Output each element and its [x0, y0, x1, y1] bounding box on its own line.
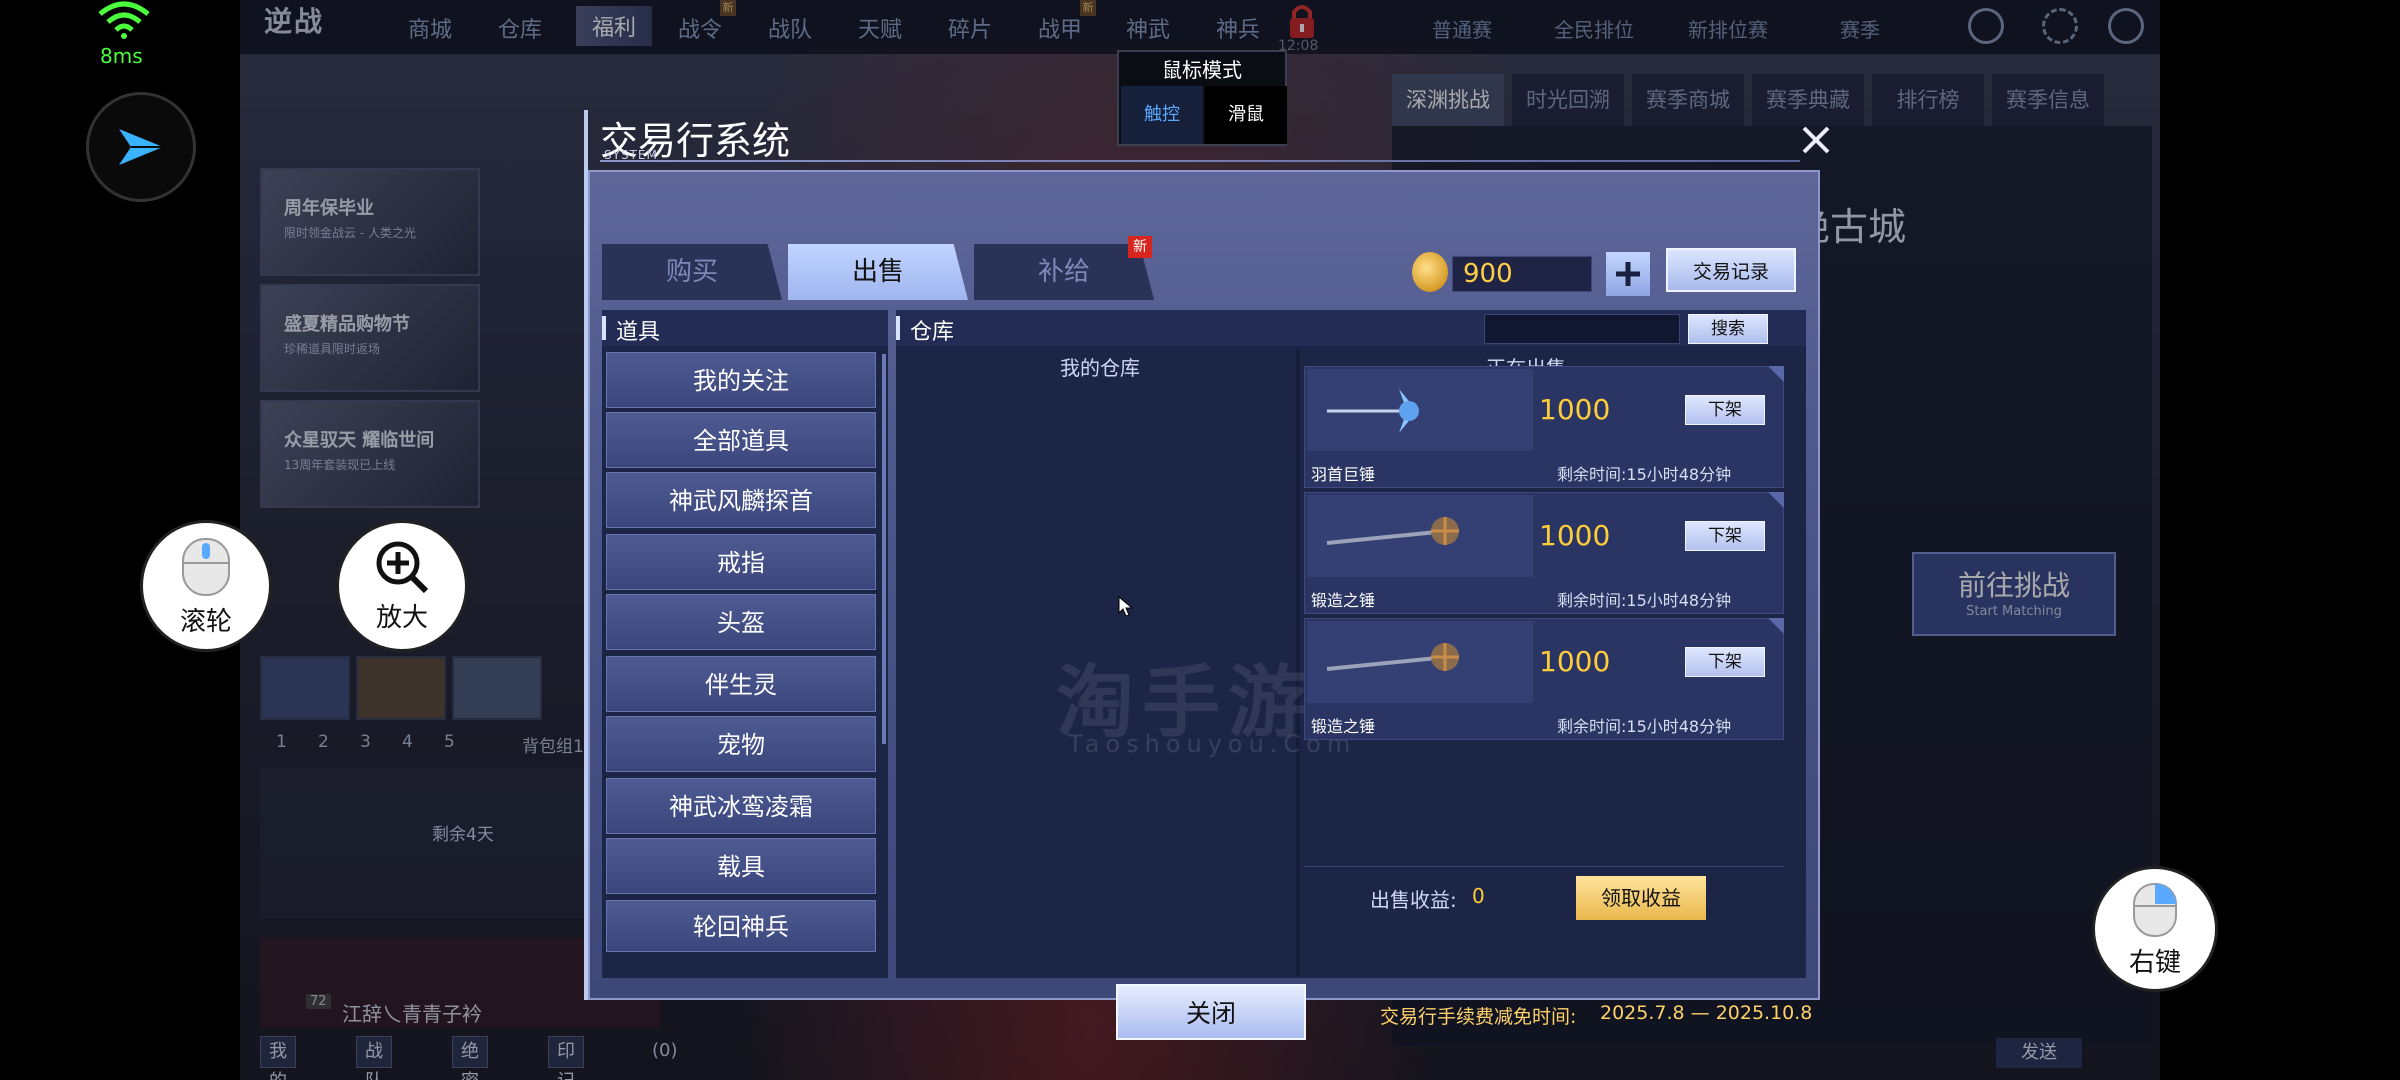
fee-waiver-label: 交易行手续费减免时间: [1380, 1006, 1577, 1028]
listing-price: 1000 [1539, 393, 1611, 426]
income-label: 出售收益: [1370, 888, 1457, 912]
zoom-label: 放大 [375, 602, 428, 633]
zoom-in-icon [376, 541, 429, 593]
listing-corner [1768, 366, 1784, 382]
zoom-control[interactable]: 放大 [336, 520, 468, 652]
category-item[interactable]: 神武冰鸾凌霜 [606, 778, 876, 834]
item-image [1307, 621, 1533, 703]
claim-income-button[interactable]: 领取收益 [1576, 876, 1706, 920]
sale-listing: 1000 下架 锻造之锤 剩余时间:15小时48分钟 [1304, 492, 1784, 614]
category-item[interactable]: 载具 [606, 838, 876, 894]
warehouse-pane: 仓库 搜索 我的仓库 正在出售 淘手游 Taoshouyou.Com [896, 310, 1806, 978]
tab-supply[interactable]: 补给 [974, 244, 1154, 300]
item-image [1307, 495, 1533, 577]
coin-balance: 900 [1452, 256, 1592, 292]
hammer-icon [1326, 517, 1459, 545]
tab-buy[interactable]: 购买 [602, 244, 782, 300]
listing-time: 剩余时间:15小时48分钟 [1557, 717, 1732, 736]
add-coins-button[interactable] [1606, 252, 1650, 296]
paper-plane-icon [119, 129, 163, 165]
category-header-label: 道具 [616, 320, 661, 345]
category-item[interactable]: 全部道具 [606, 412, 876, 468]
mouse-mode-title: 鼠标模式 [1162, 58, 1242, 82]
unlist-button[interactable]: 下架 [1685, 647, 1765, 677]
category-scrollbar[interactable] [882, 354, 886, 744]
category-header: 道具 [602, 310, 888, 346]
category-pane: 道具 我的关注 全部道具 神武风麟探首 戒指 头盔 伴生灵 宠物 神武冰鸾凌霜 … [602, 310, 888, 978]
listing-time: 剩余时间:15小时48分钟 [1557, 591, 1732, 610]
unlist-button[interactable]: 下架 [1685, 395, 1765, 425]
tab-sell[interactable]: 出售 [788, 244, 968, 300]
my-warehouse-label: 我的仓库 [1060, 356, 1140, 380]
right-click-control[interactable]: 右键 [2092, 866, 2218, 992]
mouse-icon [2133, 882, 2177, 937]
header-bar [602, 316, 606, 340]
category-item[interactable]: 宠物 [606, 716, 876, 772]
income-value: 0 [1472, 884, 1485, 908]
category-item[interactable]: 轮回神兵 [606, 900, 876, 952]
category-item[interactable]: 戒指 [606, 534, 876, 590]
close-icon[interactable] [1796, 120, 1836, 160]
coin-icon [1412, 252, 1448, 292]
coin-value: 900 [1463, 259, 1513, 289]
title-underline [600, 160, 1800, 162]
search-input[interactable] [1484, 314, 1680, 344]
send-arrow-button[interactable] [86, 92, 196, 202]
sale-listing: 1000 下架 锻造之锤 剩余时间:15小时48分钟 [1304, 618, 1784, 740]
fee-waiver-period: 2025.7.8 — 2025.10.8 [1600, 1002, 1813, 1024]
new-badge: 新 [1128, 236, 1152, 258]
plus-icon [1616, 262, 1640, 286]
trade-dialog: 交易行系统 SYSTEM 购买 出售 补给 新 900 交易记录 道具 我的关注… [584, 110, 1830, 1040]
sale-listing: 1000 下架 羽首巨锤 剩余时间:15小时48分钟 [1304, 366, 1784, 488]
income-separator [1304, 866, 1784, 867]
listing-time: 剩余时间:15小时48分钟 [1557, 465, 1732, 484]
mouse-icon [182, 537, 230, 596]
category-item[interactable]: 头盔 [606, 594, 876, 650]
trade-record-button[interactable]: 交易记录 [1666, 248, 1796, 292]
cursor-icon [1118, 596, 1134, 617]
close-button[interactable]: 关闭 [1116, 984, 1306, 1040]
wifi-icon [98, 1, 150, 39]
search-button[interactable]: 搜索 [1688, 314, 1768, 344]
unlist-button[interactable]: 下架 [1685, 521, 1765, 551]
listing-price: 1000 [1539, 519, 1611, 552]
scroll-wheel-control[interactable]: 滚轮 [140, 520, 272, 652]
listing-corner [1768, 618, 1784, 634]
warehouse-header-label: 仓库 [910, 320, 955, 345]
category-item[interactable]: 我的关注 [606, 352, 876, 408]
right-click-label: 右键 [2128, 947, 2181, 978]
listing-corner [1768, 492, 1784, 508]
category-item[interactable]: 伴生灵 [606, 656, 876, 712]
warehouse-header: 仓库 搜索 [896, 310, 1806, 346]
item-image [1307, 369, 1533, 451]
hammer-icon [1326, 643, 1459, 671]
header-bar [896, 316, 900, 340]
ping-text: 8ms [100, 44, 143, 68]
category-item[interactable]: 神武风麟探首 [606, 472, 876, 528]
listing-name: 羽首巨锤 [1311, 465, 1376, 484]
hammer-icon [1327, 389, 1419, 433]
listing-name: 锻造之锤 [1311, 591, 1376, 610]
listing-price: 1000 [1539, 645, 1611, 678]
dialog-frame: 购买 出售 补给 新 900 交易记录 道具 我的关注 全部道具 神武风麟探首 … [588, 170, 1820, 1040]
listing-name: 锻造之锤 [1311, 717, 1376, 736]
scroll-label: 滚轮 [179, 606, 232, 637]
